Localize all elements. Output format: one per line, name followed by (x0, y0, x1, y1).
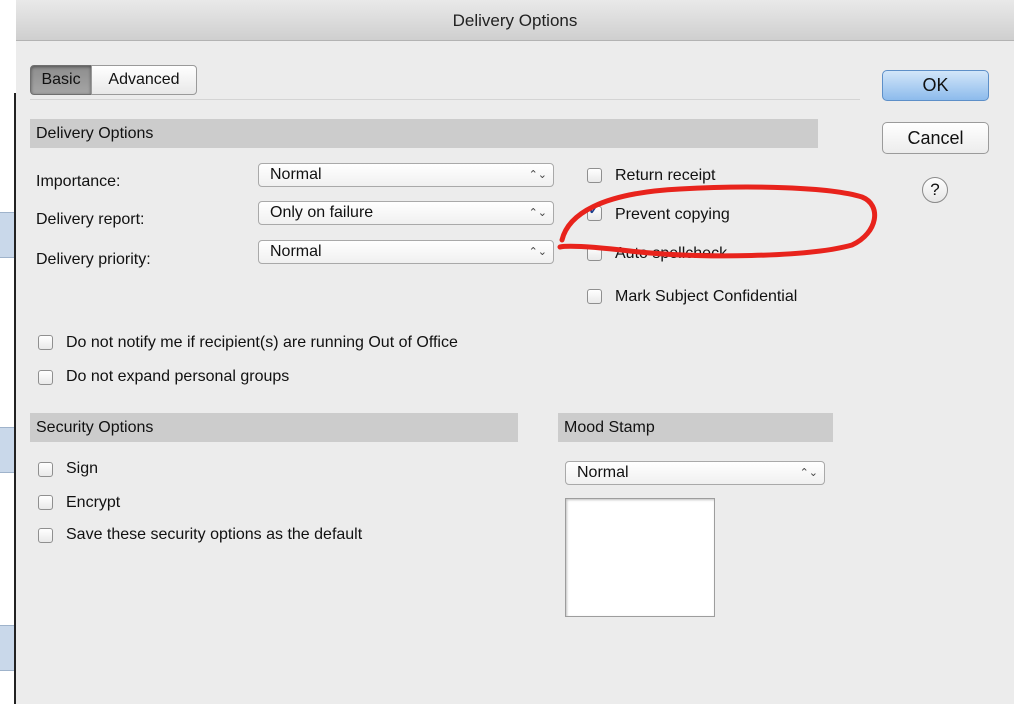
encrypt-checkbox[interactable] (38, 495, 53, 510)
tab-basic[interactable]: Basic (30, 65, 92, 95)
window-title: Delivery Options (16, 0, 1014, 41)
background-row (0, 427, 14, 473)
help-button[interactable]: ? (922, 177, 948, 203)
delivery-priority-select[interactable]: Normal ⌃⌄ (258, 240, 554, 264)
tab-advanced[interactable]: Advanced (91, 65, 197, 95)
importance-label: Importance: (36, 173, 121, 190)
save-security-default-checkbox[interactable] (38, 528, 53, 543)
mark-confidential-checkbox[interactable] (587, 289, 602, 304)
background-row (0, 212, 14, 258)
no-expand-groups-checkbox[interactable] (38, 370, 53, 385)
sign-label: Sign (66, 460, 99, 477)
security-options-header: Security Options (30, 413, 518, 442)
chevron-updown-icon: ⌃⌄ (799, 467, 818, 479)
save-security-default-label: Save these security options as the defau… (66, 526, 363, 543)
divider (30, 99, 860, 100)
sign-checkbox[interactable] (38, 462, 53, 477)
mood-stamp-header: Mood Stamp (558, 413, 833, 442)
no-expand-groups-label: Do not expand personal groups (66, 368, 290, 385)
delivery-priority-label: Delivery priority: (36, 251, 151, 268)
cancel-button[interactable]: Cancel (882, 122, 989, 154)
mood-stamp-select[interactable]: Normal ⌃⌄ (565, 461, 825, 485)
importance-value: Normal (270, 166, 322, 183)
delivery-priority-value: Normal (270, 243, 322, 260)
mark-confidential-label: Mark Subject Confidential (615, 288, 798, 305)
no-ooo-notify-checkbox[interactable] (38, 335, 53, 350)
no-ooo-notify-label: Do not notify me if recipient(s) are run… (66, 334, 458, 351)
ok-button[interactable]: OK (882, 70, 989, 101)
red-annotation-circle (557, 184, 878, 259)
mood-stamp-preview (565, 498, 715, 617)
delivery-report-select[interactable]: Only on failure ⌃⌄ (258, 201, 554, 225)
mood-stamp-value: Normal (577, 464, 629, 481)
importance-select[interactable]: Normal ⌃⌄ (258, 163, 554, 187)
encrypt-label: Encrypt (66, 494, 121, 511)
delivery-options-header: Delivery Options (30, 119, 818, 148)
annotation-stroke (557, 184, 878, 259)
delivery-report-label: Delivery report: (36, 211, 145, 228)
background-row (0, 625, 14, 671)
delivery-report-value: Only on failure (270, 204, 374, 221)
